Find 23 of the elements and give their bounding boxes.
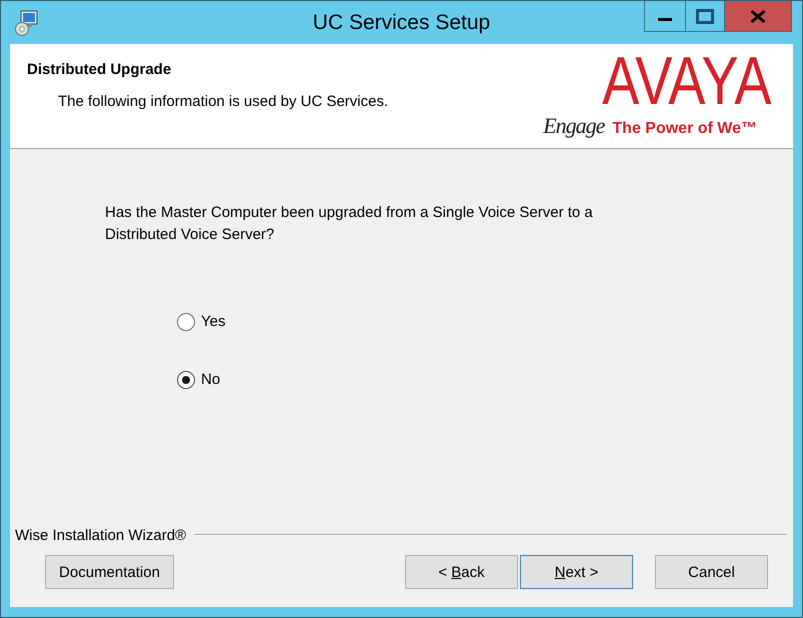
computer-icon xyxy=(14,10,38,36)
page-title: Distributed Upgrade xyxy=(27,61,172,79)
logo-tagline: The Power of We™ xyxy=(612,120,757,138)
documentation-button[interactable]: Documentation xyxy=(45,555,174,589)
close-button[interactable] xyxy=(725,1,792,32)
logo-wordmark: AVAYA xyxy=(602,50,772,112)
maximize-icon xyxy=(696,8,714,24)
wizard-brand-label: Wise Installation Wizard® xyxy=(15,527,186,545)
radio-button[interactable] xyxy=(177,371,195,389)
minimize-icon xyxy=(658,18,672,20)
radio-option[interactable]: No xyxy=(177,369,220,391)
back-button[interactable]: < Back xyxy=(405,555,518,589)
next-button[interactable]: Next > xyxy=(520,555,633,589)
window-title: UC Services Setup xyxy=(312,10,490,35)
close-icon xyxy=(750,10,766,22)
question-text: Has the Master Computer been upgraded from a Single Voice Server to a Distributed Voice Server? xyxy=(105,203,594,245)
radio-button[interactable] xyxy=(177,313,195,331)
page-subtitle: The following information is used by UC Services. xyxy=(57,93,388,111)
radio-option[interactable]: Yes xyxy=(177,311,226,333)
minimize-button[interactable] xyxy=(644,1,686,32)
logo-script-text: Engage xyxy=(543,114,606,138)
maximize-button[interactable] xyxy=(686,1,725,32)
cancel-button[interactable]: Cancel xyxy=(655,555,768,589)
